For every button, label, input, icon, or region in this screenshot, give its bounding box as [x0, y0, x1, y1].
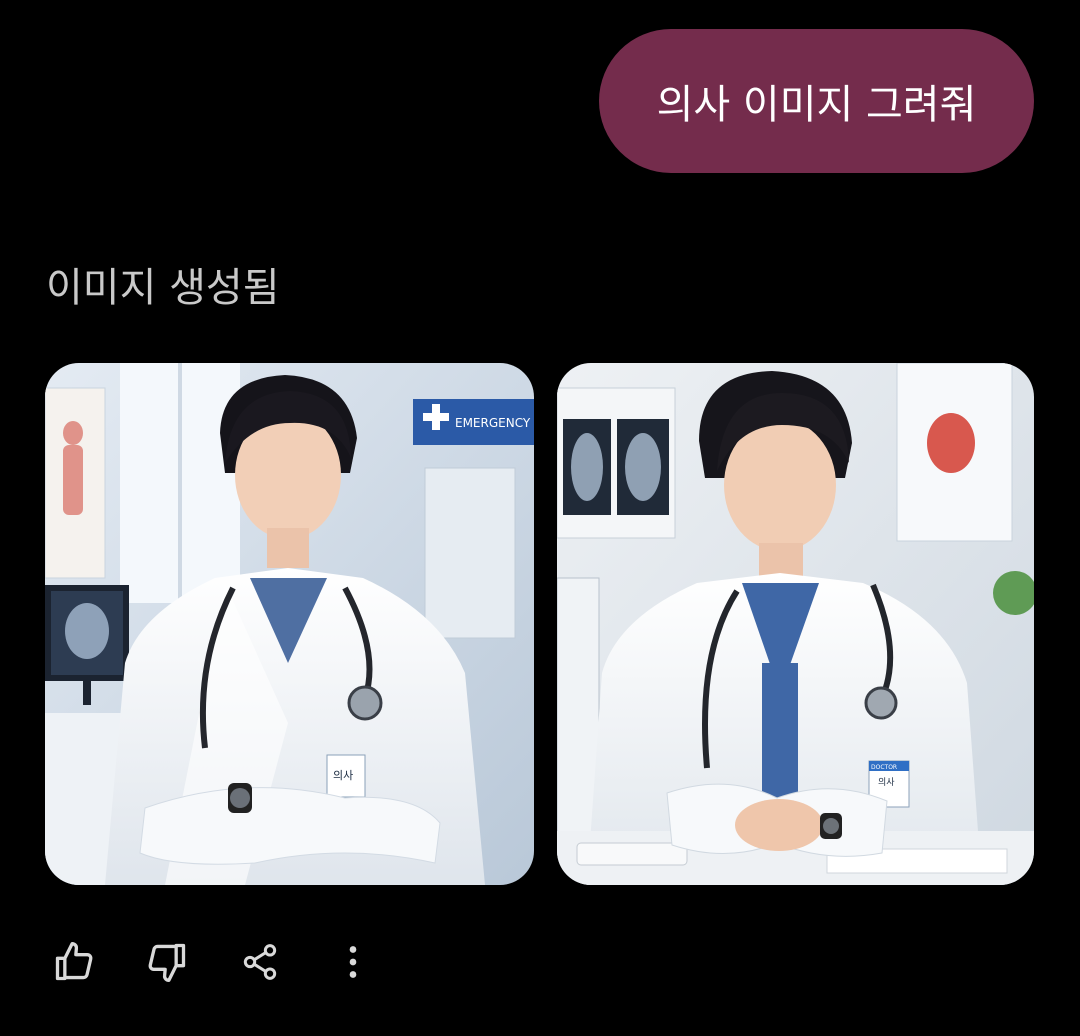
dislike-button[interactable] — [139, 934, 195, 990]
share-button[interactable] — [232, 934, 288, 990]
more-vertical-icon — [349, 946, 357, 978]
response-action-bar — [46, 934, 418, 990]
image-generated-label: 이미지 생성됨 — [46, 265, 280, 311]
badge-id-text-2: 의사 — [878, 777, 895, 788]
badge-id-text-1: 의사 — [333, 769, 353, 782]
like-button[interactable] — [46, 934, 102, 990]
generated-image-1[interactable]: EMERGENCY 의사 — [45, 363, 534, 885]
share-icon — [243, 944, 277, 980]
generated-image-2[interactable]: DOCTOR 의사 — [557, 363, 1034, 885]
emergency-sign-text: EMERGENCY — [455, 416, 531, 430]
doctor-illustration-2: DOCTOR 의사 — [557, 363, 1034, 885]
doctor-illustration-1: EMERGENCY 의사 — [45, 363, 534, 885]
user-message-bubble: 의사 이미지 그려줘 — [599, 29, 1034, 173]
badge-doctor-text: DOCTOR — [871, 764, 897, 771]
user-message-text: 의사 이미지 그려줘 — [656, 82, 977, 128]
thumbs-down-icon — [148, 943, 186, 982]
thumbs-up-icon — [55, 942, 93, 981]
more-options-button[interactable] — [325, 934, 381, 990]
